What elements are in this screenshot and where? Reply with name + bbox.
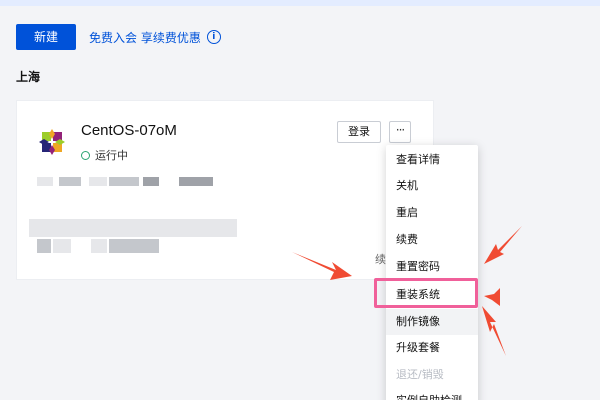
annotation-arrow-icon [292, 252, 352, 280]
annotation-arrow-icon [484, 288, 500, 306]
annotation-arrow-icon [482, 306, 506, 356]
annotation-arrows [292, 226, 522, 356]
page: 新建 免费入会 享续费优惠 i 上海 CentOS-07oM 运行中 登录 ··… [0, 0, 600, 400]
annotation-arrow-icon [484, 226, 522, 264]
